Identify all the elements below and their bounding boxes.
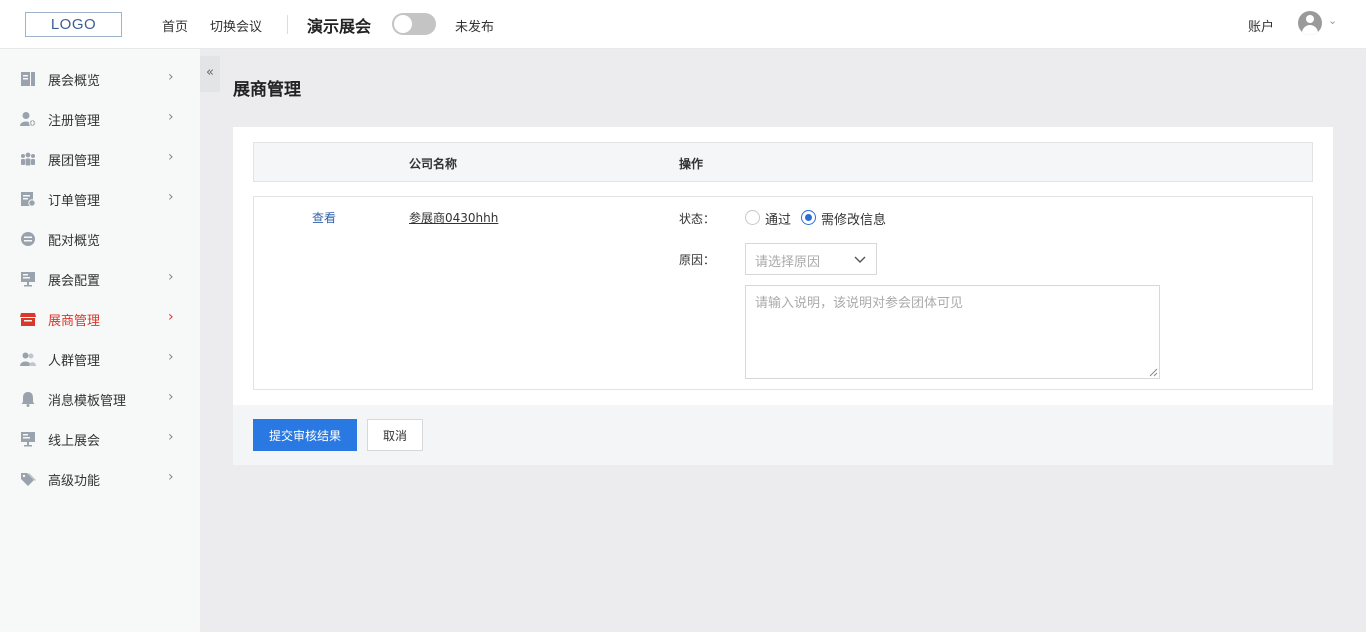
resize-grip-icon[interactable] [1149,368,1158,377]
radio-revise-label[interactable]: 需修改信息 [821,209,886,228]
sidebar-item-expo-overview[interactable]: 展会概览 › [0,59,200,99]
sidebar-item-label: 人群管理 [48,354,101,369]
sidebar-item-exhibitors[interactable]: 展商管理 › [0,299,200,339]
bell-icon [21,392,35,407]
sidebar: 展会概览 › 注册管理 › 展团管理 › 订单管理 › 配对概览 展会配置 › … [0,49,200,632]
cancel-button[interactable]: 取消 [367,419,423,451]
tag-icon [21,473,36,486]
status-label: 状态： [679,212,716,226]
sidebar-item-label: 展团管理 [48,154,101,169]
sidebar-item-group[interactable]: 展团管理 › [0,139,200,179]
chevron-right-icon: › [168,109,174,125]
sidebar-item-label: 展会概览 [48,74,101,89]
sidebar-item-registration[interactable]: 注册管理 › [0,99,200,139]
sidebar-item-message-templates[interactable]: 消息模板管理 › [0,379,200,419]
user-add-icon [20,112,36,127]
sidebar-item-config[interactable]: 展会配置 › [0,259,200,299]
sidebar-collapse-button[interactable]: « [200,56,220,92]
sidebar-item-label: 配对概览 [48,234,101,249]
expo-name: 演示展会 [307,17,372,36]
nav-home-link[interactable]: 首页 [162,16,188,35]
match-icon [21,232,35,246]
chevron-down-icon[interactable]: ⌄ [1328,14,1337,27]
chevron-right-icon: › [168,309,174,325]
chevron-right-icon: › [168,429,174,445]
radio-revise[interactable] [801,210,816,225]
sidebar-item-label: 线上展会 [48,434,101,449]
sidebar-item-label: 消息模板管理 [48,394,127,409]
chevron-right-icon: › [168,69,174,85]
sidebar-item-label: 注册管理 [48,114,101,129]
avatar-icon[interactable] [1298,11,1322,35]
column-header-action: 操作 [679,157,704,171]
config-icon [21,272,35,287]
reason-select-placeholder: 请选择原因 [755,255,821,270]
chevron-right-icon: › [168,469,174,485]
note-textarea[interactable] [745,285,1160,379]
people-icon [20,352,36,366]
chevron-right-icon: › [168,269,174,285]
sidebar-item-orders[interactable]: 订单管理 › [0,179,200,219]
column-header-company: 公司名称 [409,157,458,171]
submit-review-button[interactable]: 提交审核结果 [253,419,357,451]
sidebar-item-label: 展商管理 [48,314,101,329]
nav-switch-conference-link[interactable]: 切换会议 [210,16,262,35]
publish-toggle[interactable] [392,13,436,35]
radio-pass-label[interactable]: 通过 [765,209,791,228]
sidebar-item-matching[interactable]: 配对概览 [0,219,200,259]
chevron-right-icon: › [168,149,174,165]
logo[interactable]: LOGO [25,12,122,37]
view-link[interactable]: 查看 [312,209,336,226]
reason-label: 原因： [679,253,716,267]
monitor-icon [21,432,35,447]
chevron-right-icon: › [168,349,174,365]
sidebar-item-audience[interactable]: 人群管理 › [0,339,200,379]
nav-divider [287,15,288,34]
radio-pass[interactable] [745,210,760,225]
sidebar-item-advanced[interactable]: 高级功能 › [0,459,200,499]
sidebar-item-label: 高级功能 [48,474,101,489]
store-icon [20,313,36,326]
publish-status: 未发布 [455,20,495,35]
book-icon [21,72,35,86]
account-label[interactable]: 账户 [1248,16,1274,35]
toggle-knob [394,15,412,33]
sidebar-item-online-expo[interactable]: 线上展会 › [0,419,200,459]
chevron-right-icon: › [168,389,174,405]
company-name-link[interactable]: 参展商0430hhh [409,209,498,226]
sidebar-item-label: 展会配置 [48,274,101,289]
group-icon [21,152,35,166]
table-header: 公司名称 操作 [253,142,1313,182]
order-icon [21,192,36,207]
page-title: 展商管理 [233,80,301,100]
chevron-down-icon [854,256,866,263]
sidebar-item-label: 订单管理 [48,194,101,209]
reason-select[interactable]: 请选择原因 [745,243,877,275]
chevron-right-icon: › [168,189,174,205]
top-bar: LOGO 首页 切换会议 演示展会 未发布 账户 ⌄ [0,0,1366,49]
